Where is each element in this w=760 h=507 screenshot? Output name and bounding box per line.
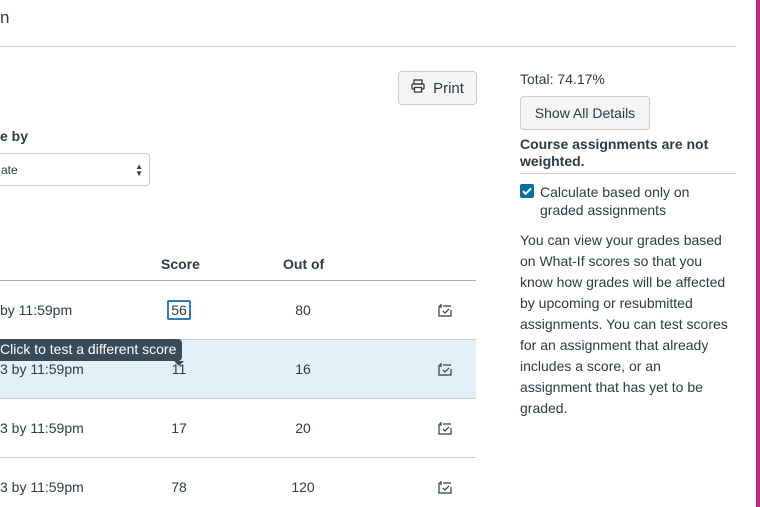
- what-if-score-icon[interactable]: [437, 302, 453, 318]
- table-row: 3 by 11:59pm 17 20: [0, 399, 476, 458]
- calc-label-line1: Calculate based only on: [540, 184, 690, 200]
- printer-icon: [411, 79, 425, 97]
- calculate-graded-only-checkbox[interactable]: [520, 184, 534, 198]
- arrange-by-label: e by: [0, 128, 29, 144]
- weighting-note: Course assignments are not weighted.: [520, 136, 709, 169]
- table-row: by 11:59pm 56 80: [0, 281, 476, 340]
- score-column-header: Score: [161, 256, 200, 272]
- page-heading: n: [0, 8, 10, 27]
- score-cell[interactable]: 56: [150, 300, 208, 320]
- due-date: 3 by 11:59pm: [0, 361, 84, 377]
- due-date: 3 by 11:59pm: [0, 479, 84, 495]
- what-if-score-icon[interactable]: [437, 420, 453, 436]
- out-of-value: 20: [295, 420, 311, 436]
- select-arrows-icon: ▲ ▼: [135, 162, 143, 178]
- out-of-value: 120: [291, 479, 315, 495]
- score-value[interactable]: 17: [150, 420, 208, 436]
- due-date: by 11:59pm: [0, 302, 73, 318]
- checkmark-icon: [522, 187, 532, 196]
- print-button[interactable]: Print: [398, 71, 477, 105]
- what-if-score-icon[interactable]: [437, 361, 453, 377]
- table-row: 3 by 11:59pm 78 120: [0, 458, 476, 507]
- score-value[interactable]: 78: [150, 479, 208, 495]
- show-all-details-button[interactable]: Show All Details: [520, 96, 650, 130]
- calculate-graded-only-label[interactable]: Calculate based only on graded assignmen…: [540, 183, 736, 219]
- window-edge-bar: [756, 0, 760, 507]
- out-of-value: 16: [295, 361, 311, 377]
- sidebar-divider: [520, 173, 736, 174]
- total-grade: Total: 74.17%: [520, 71, 605, 87]
- what-if-info-text: You can view your grades based on What-I…: [520, 232, 728, 416]
- calc-label-line2: graded assignments: [540, 202, 667, 218]
- out-of-value: 80: [295, 302, 311, 318]
- score-value[interactable]: 56: [167, 300, 191, 320]
- print-label: Print: [433, 79, 464, 97]
- header-divider: [0, 46, 736, 47]
- due-date: 3 by 11:59pm: [0, 420, 84, 436]
- out-of-column-header: Out of: [283, 256, 325, 272]
- what-if-score-icon[interactable]: [437, 479, 453, 495]
- arrange-by-select[interactable]: ate ▲ ▼: [0, 153, 150, 186]
- arrange-by-value: ate: [1, 162, 18, 177]
- score-tooltip: Click to test a different score: [0, 339, 185, 366]
